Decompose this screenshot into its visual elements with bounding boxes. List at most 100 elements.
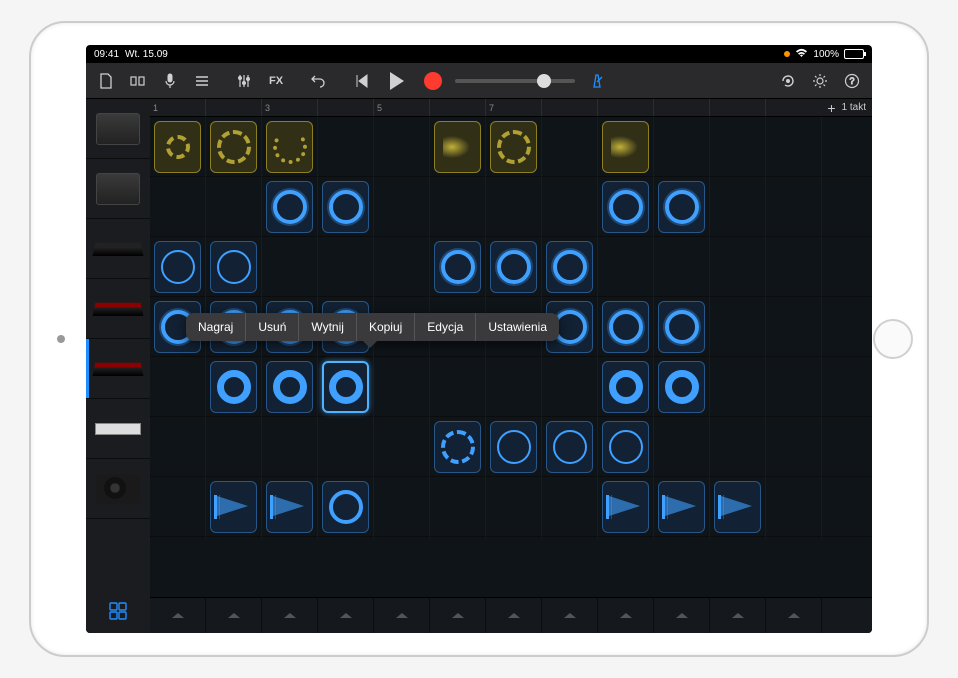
loop-clip[interactable] bbox=[266, 361, 313, 413]
metronome-button[interactable] bbox=[583, 68, 611, 94]
loop-cell[interactable] bbox=[598, 357, 654, 417]
loop-clip[interactable] bbox=[658, 181, 705, 233]
loop-cell[interactable] bbox=[262, 117, 318, 177]
loop-cell[interactable] bbox=[766, 117, 822, 177]
go-to-start-button[interactable] bbox=[347, 68, 375, 94]
track-header-5[interactable] bbox=[86, 339, 150, 399]
loop-cell[interactable] bbox=[150, 417, 206, 477]
loop-cell[interactable] bbox=[318, 477, 374, 537]
loop-clip[interactable] bbox=[434, 241, 481, 293]
loop-cell[interactable] bbox=[710, 357, 766, 417]
loop-clip[interactable] bbox=[602, 301, 649, 353]
loop-cell[interactable] bbox=[430, 177, 486, 237]
mic-button[interactable] bbox=[156, 68, 184, 94]
loop-cell[interactable] bbox=[150, 357, 206, 417]
loop-cell[interactable] bbox=[430, 417, 486, 477]
loop-cell[interactable] bbox=[710, 237, 766, 297]
column-trigger-button[interactable] bbox=[150, 598, 206, 633]
loop-clip[interactable] bbox=[490, 241, 537, 293]
loop-cell[interactable] bbox=[654, 117, 710, 177]
loop-cell[interactable] bbox=[262, 477, 318, 537]
column-trigger-button[interactable] bbox=[206, 598, 262, 633]
loop-cell[interactable] bbox=[598, 117, 654, 177]
loop-clip[interactable] bbox=[602, 121, 649, 173]
loop-cell[interactable] bbox=[598, 297, 654, 357]
loop-cell[interactable] bbox=[206, 417, 262, 477]
loop-cell[interactable] bbox=[710, 297, 766, 357]
column-trigger-button[interactable] bbox=[262, 598, 318, 633]
master-volume-slider[interactable] bbox=[455, 79, 575, 83]
ruler-column[interactable]: 3 bbox=[262, 99, 318, 116]
loop-cell[interactable] bbox=[766, 237, 822, 297]
loop-cell[interactable] bbox=[766, 297, 822, 357]
context-menu-item[interactable]: Nagraj bbox=[186, 313, 246, 341]
column-trigger-button[interactable] bbox=[430, 598, 486, 633]
loop-cell[interactable] bbox=[654, 237, 710, 297]
ruler-column[interactable] bbox=[654, 99, 710, 116]
column-trigger-button[interactable] bbox=[654, 598, 710, 633]
loop-cell[interactable] bbox=[654, 297, 710, 357]
loop-cell[interactable] bbox=[206, 357, 262, 417]
loop-cell[interactable] bbox=[206, 237, 262, 297]
context-menu-item[interactable]: Kopiuj bbox=[357, 313, 415, 341]
loop-browser-button[interactable] bbox=[774, 68, 802, 94]
loop-clip[interactable] bbox=[714, 481, 761, 533]
record-button[interactable] bbox=[419, 68, 447, 94]
loop-cell[interactable] bbox=[430, 357, 486, 417]
loop-cell[interactable] bbox=[374, 477, 430, 537]
loop-cell[interactable] bbox=[710, 177, 766, 237]
loop-cell[interactable] bbox=[542, 417, 598, 477]
loop-cell[interactable] bbox=[486, 417, 542, 477]
loop-clip[interactable] bbox=[434, 121, 481, 173]
ruler-column[interactable]: 7 bbox=[486, 99, 542, 116]
loop-cell[interactable] bbox=[598, 477, 654, 537]
loop-clip[interactable] bbox=[266, 181, 313, 233]
live-loops-mode-icon[interactable] bbox=[109, 602, 127, 625]
loop-cell[interactable] bbox=[486, 117, 542, 177]
loop-clip[interactable] bbox=[154, 241, 201, 293]
loop-cell[interactable] bbox=[150, 237, 206, 297]
column-trigger-button[interactable] bbox=[766, 598, 822, 633]
loop-clip[interactable] bbox=[658, 361, 705, 413]
loop-clip[interactable] bbox=[322, 361, 369, 413]
column-trigger-button[interactable] bbox=[318, 598, 374, 633]
loop-cell[interactable] bbox=[318, 237, 374, 297]
loop-cell[interactable] bbox=[318, 177, 374, 237]
settings-button[interactable] bbox=[806, 68, 834, 94]
loop-clip[interactable] bbox=[602, 481, 649, 533]
loop-cell[interactable] bbox=[486, 177, 542, 237]
loop-cell[interactable] bbox=[374, 357, 430, 417]
context-menu-item[interactable]: Usuń bbox=[246, 313, 299, 341]
loop-cell[interactable] bbox=[654, 417, 710, 477]
context-menu-item[interactable]: Wytnij bbox=[299, 313, 357, 341]
context-menu-item[interactable]: Edycja bbox=[415, 313, 476, 341]
loop-clip[interactable] bbox=[602, 361, 649, 413]
loop-cell[interactable] bbox=[430, 477, 486, 537]
loop-cell[interactable] bbox=[710, 417, 766, 477]
ruler-column[interactable] bbox=[318, 99, 374, 116]
mixer-button[interactable] bbox=[230, 68, 258, 94]
loop-cell[interactable] bbox=[766, 417, 822, 477]
loop-clip[interactable] bbox=[266, 481, 313, 533]
loop-clip[interactable] bbox=[658, 301, 705, 353]
loop-clip[interactable] bbox=[210, 481, 257, 533]
volume-thumb[interactable] bbox=[537, 74, 551, 88]
loop-cell[interactable] bbox=[654, 477, 710, 537]
loop-cell[interactable] bbox=[766, 477, 822, 537]
loop-cell[interactable] bbox=[766, 177, 822, 237]
ruler-column[interactable] bbox=[430, 99, 486, 116]
loop-clip[interactable] bbox=[210, 241, 257, 293]
loop-cell[interactable] bbox=[206, 117, 262, 177]
tracks-button[interactable] bbox=[188, 68, 216, 94]
loop-cell[interactable] bbox=[262, 177, 318, 237]
loop-cell[interactable] bbox=[654, 357, 710, 417]
loop-cell[interactable] bbox=[542, 237, 598, 297]
ruler-column[interactable] bbox=[206, 99, 262, 116]
column-trigger-button[interactable] bbox=[710, 598, 766, 633]
loop-cell[interactable] bbox=[150, 117, 206, 177]
loop-cell[interactable] bbox=[206, 477, 262, 537]
loop-clip[interactable] bbox=[546, 421, 593, 473]
loop-cell[interactable] bbox=[262, 417, 318, 477]
loop-clip[interactable] bbox=[546, 241, 593, 293]
loop-cell[interactable] bbox=[150, 177, 206, 237]
